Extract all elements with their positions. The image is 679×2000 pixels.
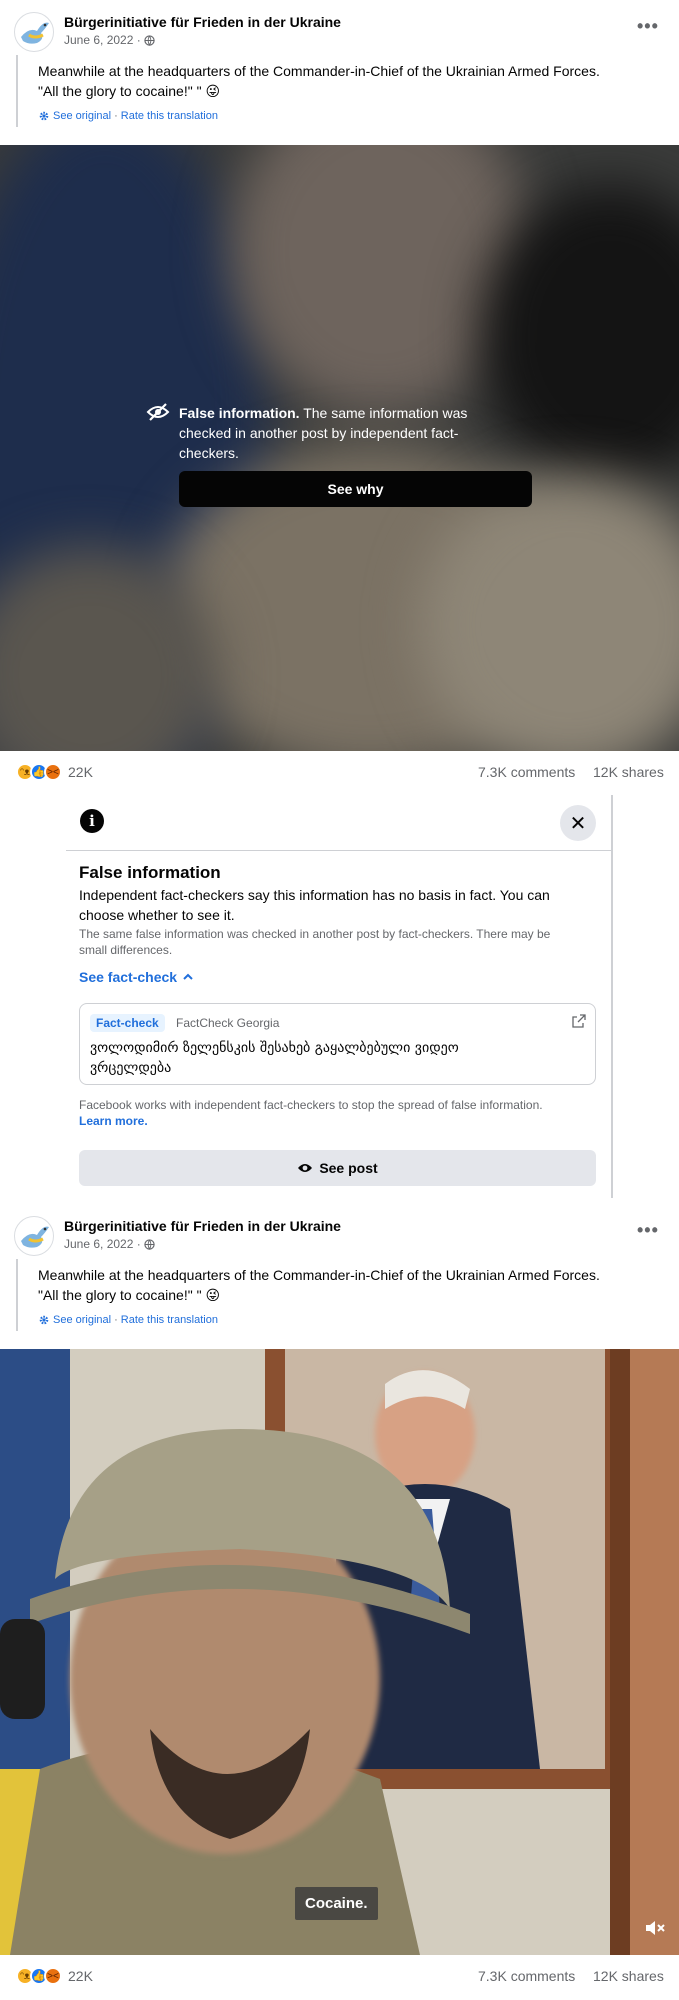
eye-slash-icon: [146, 403, 170, 421]
more-icon[interactable]: •••: [637, 16, 659, 37]
factcheck-panel: i ✕ False information Independent fact-c…: [66, 795, 613, 1198]
gear-icon: [39, 1315, 49, 1325]
factcheck-title-line-2: ვრცელდება: [90, 1060, 172, 1076]
more-icon[interactable]: •••: [637, 1220, 659, 1241]
panel-footer-text: Facebook works with independent fact-che…: [79, 1098, 543, 1112]
angry-icon: ><: [44, 763, 62, 781]
factcheck-title-line-1: ვოლოდიმირ ზელენსკის შესახებ გაყალბებული …: [90, 1040, 459, 1056]
factcheck-title: ვოლოდიმირ ზელენსკის შესახებ გაყალბებული …: [90, 1038, 459, 1078]
factcheck-card[interactable]: Fact-check FactCheck Georgia ვოლოდიმირ ზ…: [79, 1003, 596, 1085]
eye-icon: [298, 1164, 313, 1172]
see-post-label: See post: [319, 1160, 378, 1176]
see-original-link[interactable]: See original: [53, 110, 111, 122]
volume-muted-icon[interactable]: [644, 1919, 666, 1937]
video-frame: [0, 1349, 679, 1955]
panel-body-line-2: choose whether to see it.: [79, 907, 235, 923]
factcheck-tag: Fact-check: [90, 1014, 165, 1032]
translation-links: See original · Rate this translation: [38, 110, 218, 122]
wink-emoji: 😜: [205, 1287, 221, 1303]
panel-body: Independent fact-checkers say this infor…: [79, 885, 550, 925]
false-info-notice: False information. The same information …: [179, 403, 499, 463]
page-name[interactable]: Bürgerinitiative für Frieden in der Ukra…: [64, 14, 341, 30]
post1-reactions[interactable]: ᵔᴥ 👍 >< 22K: [16, 763, 93, 781]
post-date[interactable]: June 6, 2022 ·: [64, 33, 155, 47]
link-separator: ·: [114, 110, 118, 122]
blurred-media[interactable]: False information. The same information …: [0, 145, 679, 751]
see-post-button[interactable]: See post: [79, 1150, 596, 1186]
rate-translation-link-2[interactable]: Rate this translation: [121, 1314, 218, 1326]
see-why-button[interactable]: See why: [179, 471, 532, 507]
post-text-line-2: "All the glory to cocaine!" " 😜: [38, 82, 220, 101]
false-info-text-1: The same information was: [299, 405, 468, 421]
panel-body-line-1: Independent fact-checkers say this infor…: [79, 887, 550, 903]
video-caption: Cocaine.: [295, 1887, 378, 1920]
dove-logo-icon: [21, 1226, 49, 1248]
globe-icon: [144, 1238, 155, 1250]
false-info-line-2: checked in another post by independent f…: [179, 425, 459, 441]
reaction-icons: ᵔᴥ 👍 ><: [16, 1967, 62, 1985]
post2-text-quote: "All the glory to cocaine!" ": [38, 1287, 202, 1303]
panel-note-line-2: small differences.: [79, 943, 173, 957]
video-player[interactable]: Cocaine.: [0, 1349, 679, 1955]
info-icon: i: [80, 809, 104, 833]
close-icon[interactable]: ✕: [560, 805, 596, 841]
globe-icon: [144, 34, 155, 46]
dove-logo-icon: [21, 22, 49, 44]
rate-translation-link[interactable]: Rate this translation: [121, 110, 218, 122]
panel-divider: [66, 850, 611, 851]
link-separator-2: ·: [114, 1314, 118, 1326]
post-text-quote: "All the glory to cocaine!" ": [38, 83, 202, 99]
panel-note-line-1: The same false information was checked i…: [79, 927, 551, 941]
page-name-2[interactable]: Bürgerinitiative für Frieden in der Ukra…: [64, 1218, 341, 1234]
see-original-link-2[interactable]: See original: [53, 1314, 111, 1326]
wink-emoji: 😜: [205, 83, 221, 99]
reaction-icons: ᵔᴥ 👍 ><: [16, 763, 62, 781]
chevron-up-icon: [183, 973, 193, 980]
post-text-line-1: Meanwhile at the headquarters of the Com…: [38, 63, 600, 79]
see-factcheck-toggle[interactable]: See fact-check: [79, 969, 193, 985]
external-link-icon[interactable]: [572, 1014, 586, 1028]
see-factcheck-label: See fact-check: [79, 969, 178, 985]
learn-more-link[interactable]: Learn more.: [79, 1113, 543, 1129]
panel-note: The same false information was checked i…: [79, 926, 550, 958]
panel-footer: Facebook works with independent fact-che…: [79, 1097, 543, 1129]
post2-comments[interactable]: 7.3K comments: [478, 1968, 575, 1984]
panel-title: False information: [79, 863, 221, 882]
post1-comments[interactable]: 7.3K comments: [478, 764, 575, 780]
gear-icon: [39, 111, 49, 121]
post2-text-line-2: "All the glory to cocaine!" " 😜: [38, 1286, 220, 1305]
post2-text-line-1: Meanwhile at the headquarters of the Com…: [38, 1267, 600, 1283]
false-info-line-1: False information. The same information …: [179, 403, 499, 423]
page-avatar[interactable]: [14, 12, 54, 52]
post2-shares[interactable]: 12K shares: [593, 1968, 664, 1984]
reaction-count: 22K: [68, 764, 93, 780]
reaction-count-2: 22K: [68, 1968, 93, 1984]
false-info-bold: False information.: [179, 405, 300, 421]
factcheck-org: FactCheck Georgia: [176, 1016, 280, 1030]
translation-block-2: Meanwhile at the headquarters of the Com…: [16, 1259, 666, 1331]
post-date-2[interactable]: June 6, 2022 ·: [64, 1237, 155, 1251]
page-avatar-2[interactable]: [14, 1216, 54, 1256]
post2-reactions[interactable]: ᵔᴥ 👍 >< 22K: [16, 1967, 93, 1985]
post1-shares[interactable]: 12K shares: [593, 764, 664, 780]
post-date-text-2: June 6, 2022 ·: [64, 1237, 141, 1251]
translation-links-2: See original · Rate this translation: [38, 1314, 218, 1326]
false-info-line-3: checkers.: [179, 445, 239, 461]
translation-block: Meanwhile at the headquarters of the Com…: [16, 55, 666, 127]
post-date-text: June 6, 2022 ·: [64, 33, 141, 47]
angry-icon: ><: [44, 1967, 62, 1985]
